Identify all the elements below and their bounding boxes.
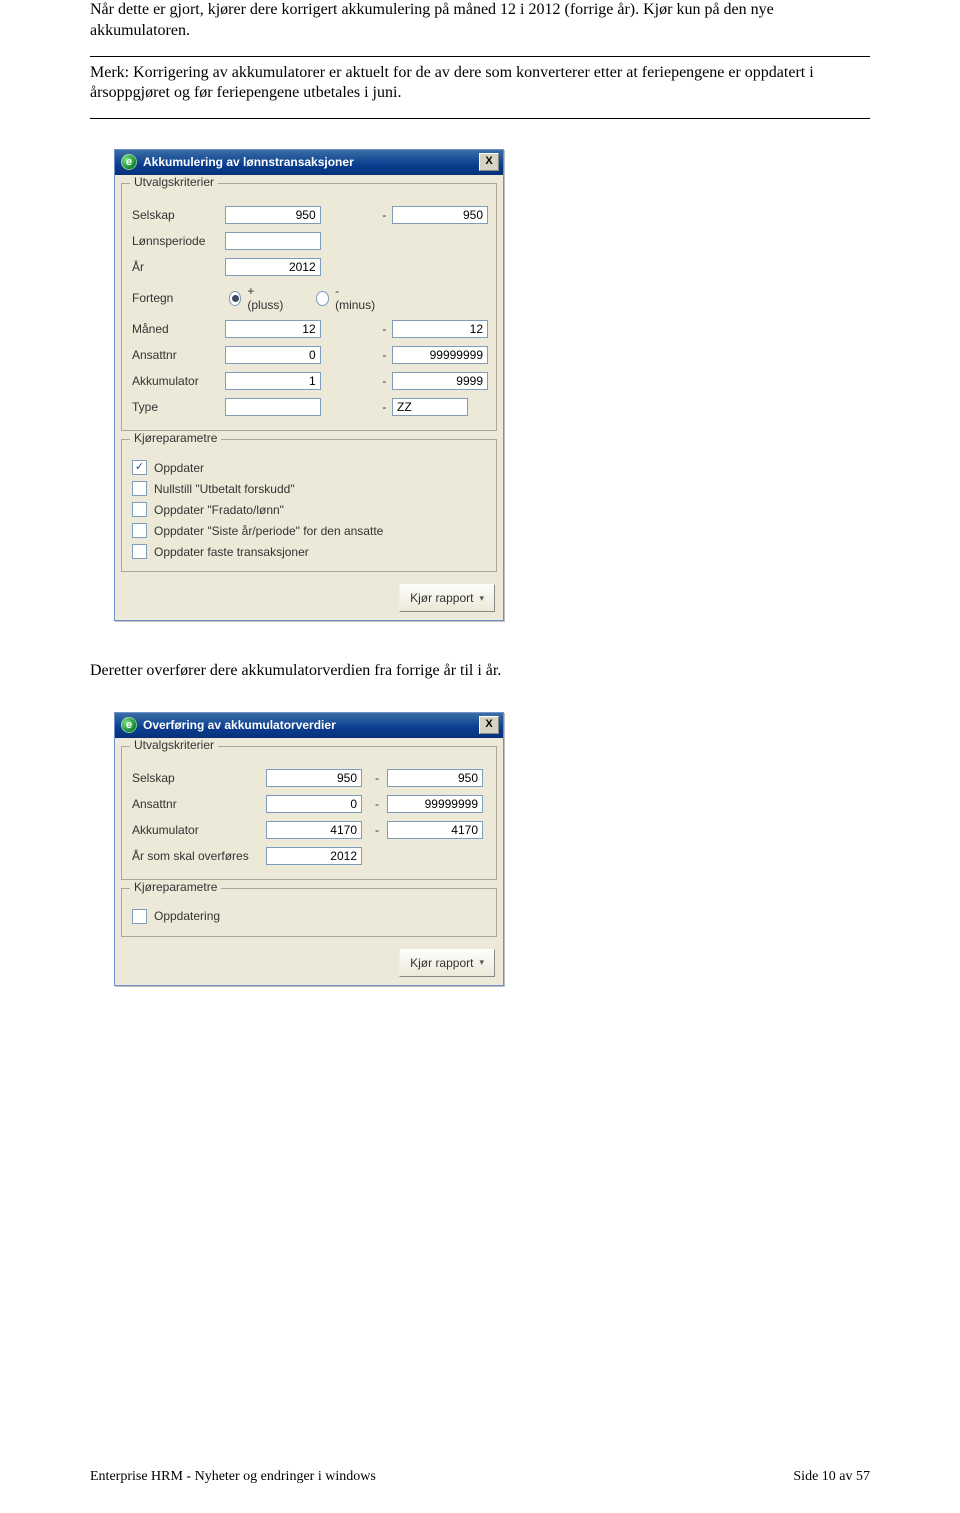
label-akkumulator: Akkumulator — [130, 817, 264, 843]
check-label: Oppdater "Siste år/periode" for den ansa… — [154, 524, 383, 538]
label-fortegn: Fortegn — [130, 280, 223, 316]
range-dash: - — [379, 342, 390, 368]
label-ansattnr: Ansattnr — [130, 342, 223, 368]
label-aar-overfor: År som skal overføres — [130, 843, 264, 869]
footer-left: Enterprise HRM - Nyheter og endringer i … — [90, 1469, 376, 1485]
range-dash: - — [369, 817, 385, 843]
group-utvalgskriterier: Utvalgskriterier Selskap - Lønnsperiode — [121, 183, 497, 431]
checkbox-icon — [132, 909, 147, 924]
check-nullstill[interactable]: Nullstill "Utbetalt forskudd" — [132, 481, 488, 496]
check-label: Oppdater faste transaksjoner — [154, 545, 309, 559]
selskap-to-input[interactable] — [387, 769, 483, 787]
divider-bottom — [90, 118, 870, 119]
label-selskap: Selskap — [130, 765, 264, 791]
check-faste-trans[interactable]: Oppdater faste transaksjoner — [132, 544, 488, 559]
footer-right: Side 10 av 57 — [793, 1469, 870, 1485]
selskap-from-input[interactable] — [225, 206, 321, 224]
check-fradato[interactable]: Oppdater "Fradato/lønn" — [132, 502, 488, 517]
maned-from-input[interactable] — [225, 320, 321, 338]
radio-minus[interactable]: - (minus) — [316, 284, 377, 312]
ansattnr-to-input[interactable] — [387, 795, 483, 813]
group-utvalgskriterier: Utvalgskriterier Selskap - Ansattnr - — [121, 746, 497, 880]
checkbox-icon — [132, 523, 147, 538]
paragraph-1: Når dette er gjort, kjører dere korriger… — [90, 0, 870, 42]
range-dash: - — [369, 765, 385, 791]
radio-plus[interactable]: + (pluss) — [229, 284, 286, 312]
range-dash: - — [369, 791, 385, 817]
checkbox-icon — [132, 544, 147, 559]
selskap-to-input[interactable] — [392, 206, 488, 224]
type-to-input[interactable] — [392, 398, 468, 416]
label-maned: Måned — [130, 316, 223, 342]
dialog-overforing: e Overføring av akkumulatorverdier X Utv… — [114, 712, 504, 986]
dialog-akkumulering: e Akkumulering av lønnstransaksjoner X U… — [114, 149, 504, 621]
akkumulator-from-input[interactable] — [266, 821, 362, 839]
aar-input[interactable] — [225, 258, 321, 276]
label-akkumulator: Akkumulator — [130, 368, 223, 394]
run-report-label: Kjør rapport — [410, 591, 473, 605]
label-type: Type — [130, 394, 223, 420]
group-legend: Utvalgskriterier — [130, 738, 218, 752]
chevron-down-icon: ▾ — [479, 593, 484, 604]
label-selskap: Selskap — [130, 202, 223, 228]
check-label: Nullstill "Utbetalt forskudd" — [154, 482, 295, 496]
check-oppdatering[interactable]: Oppdatering — [132, 909, 488, 924]
radio-minus-label: - (minus) — [335, 284, 377, 312]
range-dash: - — [379, 368, 390, 394]
ansattnr-from-input[interactable] — [266, 795, 362, 813]
run-report-label: Kjør rapport — [410, 956, 473, 970]
chevron-down-icon: ▾ — [479, 957, 484, 968]
lonnsperiode-input[interactable] — [225, 232, 321, 250]
group-legend: Utvalgskriterier — [130, 175, 218, 189]
titlebar: e Akkumulering av lønnstransaksjoner X — [115, 150, 503, 175]
titlebar: e Overføring av akkumulatorverdier X — [115, 713, 503, 738]
range-dash: - — [379, 394, 390, 420]
akkumulator-from-input[interactable] — [225, 372, 321, 390]
ansattnr-from-input[interactable] — [225, 346, 321, 364]
checkbox-icon — [132, 460, 147, 475]
check-oppdater[interactable]: Oppdater — [132, 460, 488, 475]
range-dash: - — [379, 316, 390, 342]
dialog-title: Overføring av akkumulatorverdier — [143, 718, 473, 732]
radio-plus-label: + (pluss) — [247, 284, 285, 312]
radio-minus-icon — [316, 291, 329, 306]
close-icon[interactable]: X — [479, 153, 499, 171]
divider-top — [90, 56, 870, 57]
selskap-from-input[interactable] — [266, 769, 362, 787]
maned-to-input[interactable] — [392, 320, 488, 338]
group-legend: Kjøreparametre — [130, 431, 221, 445]
app-icon: e — [121, 717, 137, 733]
akkumulator-to-input[interactable] — [392, 372, 488, 390]
type-from-input[interactable] — [225, 398, 321, 416]
group-kjoreparametre: Kjøreparametre Oppdatering — [121, 888, 497, 937]
paragraph-3: Deretter overfører dere akkumulatorverdi… — [90, 661, 870, 682]
run-report-button[interactable]: Kjør rapport ▾ — [399, 949, 495, 977]
page-footer: Enterprise HRM - Nyheter og endringer i … — [90, 1469, 870, 1485]
run-report-button[interactable]: Kjør rapport ▾ — [399, 584, 495, 612]
label-aar: År — [130, 254, 223, 280]
checkbox-icon — [132, 481, 147, 496]
group-legend: Kjøreparametre — [130, 880, 221, 894]
akkumulator-to-input[interactable] — [387, 821, 483, 839]
paragraph-2: Merk: Korrigering av akkumulatorer er ak… — [90, 63, 870, 105]
check-siste-aar[interactable]: Oppdater "Siste år/periode" for den ansa… — [132, 523, 488, 538]
radio-plus-icon — [229, 291, 242, 306]
app-icon: e — [121, 154, 137, 170]
aar-input[interactable] — [266, 847, 362, 865]
label-ansattnr: Ansattnr — [130, 791, 264, 817]
dialog-title: Akkumulering av lønnstransaksjoner — [143, 155, 473, 169]
check-label: Oppdatering — [154, 909, 220, 923]
ansattnr-to-input[interactable] — [392, 346, 488, 364]
label-lonnsperiode: Lønnsperiode — [130, 228, 223, 254]
group-kjoreparametre: Kjøreparametre Oppdater Nullstill "Utbet… — [121, 439, 497, 572]
check-label: Oppdater — [154, 461, 204, 475]
range-dash: - — [379, 202, 390, 228]
checkbox-icon — [132, 502, 147, 517]
check-label: Oppdater "Fradato/lønn" — [154, 503, 284, 517]
close-icon[interactable]: X — [479, 716, 499, 734]
